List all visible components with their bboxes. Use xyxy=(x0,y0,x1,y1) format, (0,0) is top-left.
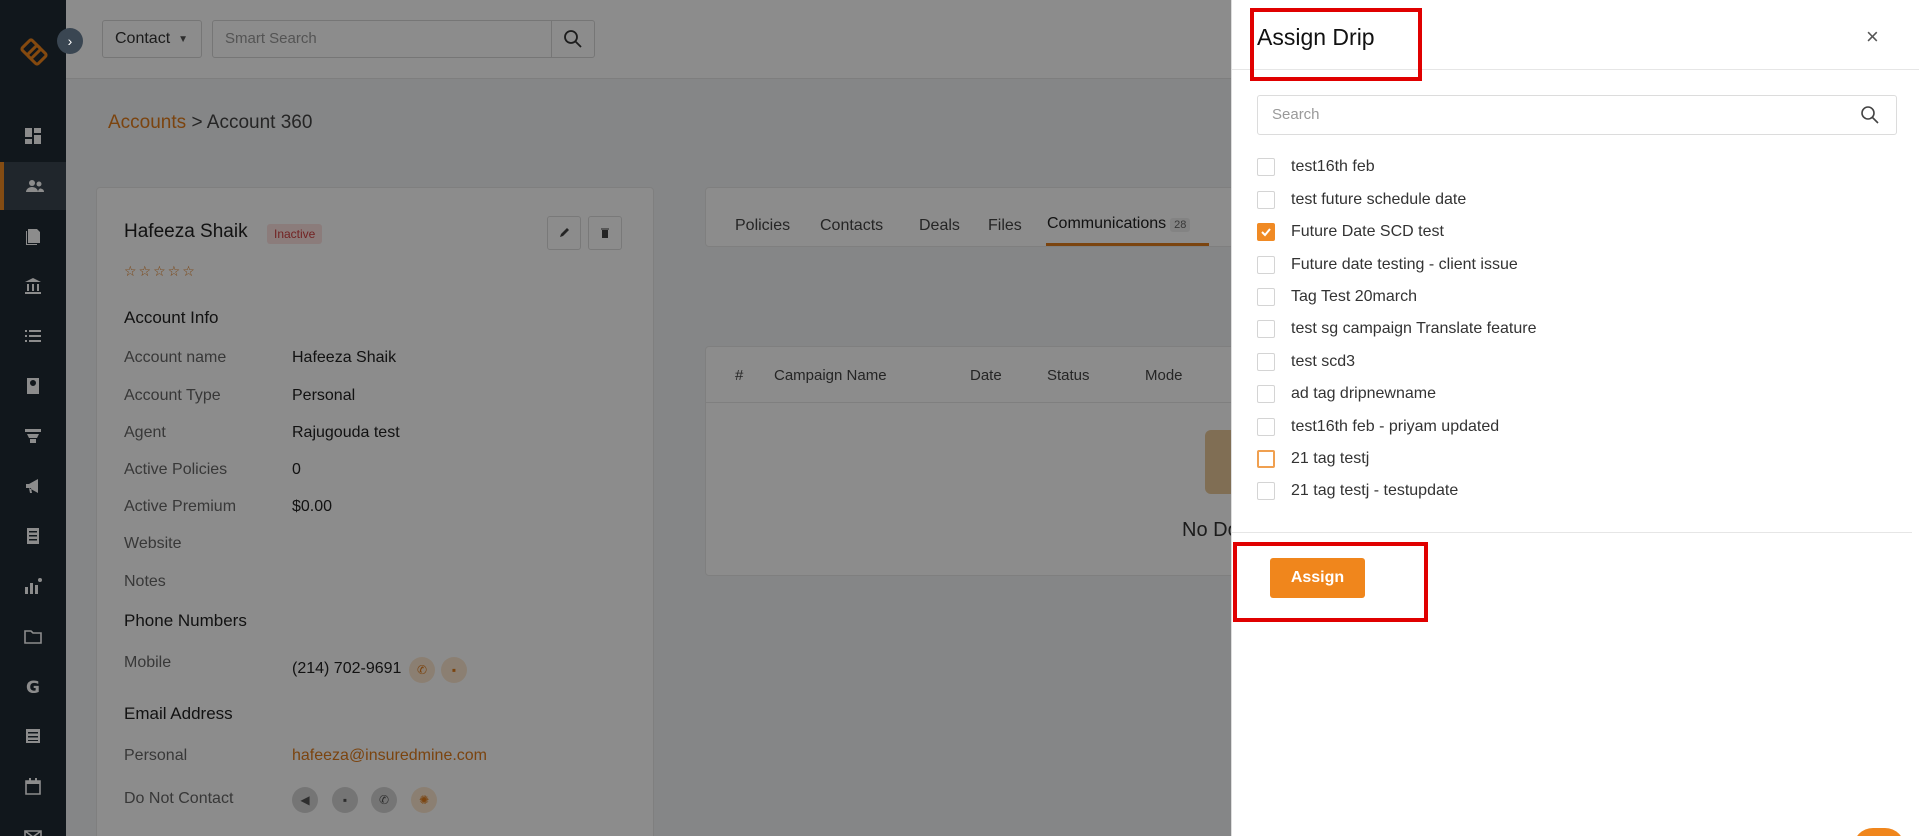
drip-option[interactable]: Tag Test 20march xyxy=(1257,286,1417,308)
drip-checkbox[interactable] xyxy=(1257,482,1275,500)
modal-backdrop[interactable] xyxy=(0,0,1231,836)
highlight-box-title xyxy=(1250,8,1422,81)
close-icon[interactable]: × xyxy=(1866,24,1879,50)
divider xyxy=(1232,532,1912,533)
drip-option[interactable]: test future schedule date xyxy=(1257,189,1466,211)
drip-option-label[interactable]: Future date testing - client issue xyxy=(1291,256,1518,274)
drip-checkbox[interactable] xyxy=(1257,256,1275,274)
drip-checkbox[interactable] xyxy=(1257,385,1275,403)
checkmark-icon xyxy=(1261,228,1271,237)
drip-option-label[interactable]: test16th feb xyxy=(1291,158,1375,176)
drip-checkbox-checked[interactable] xyxy=(1257,223,1275,241)
sidebar-toggle-button[interactable]: › xyxy=(57,28,83,54)
drip-option[interactable]: test sg campaign Translate feature xyxy=(1257,318,1536,340)
assign-drip-drawer: Assign Drip × Search test16th feb test f… xyxy=(1231,0,1919,836)
drip-checkbox[interactable] xyxy=(1257,288,1275,306)
drip-option-label[interactable]: 21 tag testj xyxy=(1291,450,1369,468)
drip-option-label[interactable]: test16th feb - priyam updated xyxy=(1291,418,1499,436)
drip-search-input[interactable]: Search xyxy=(1257,95,1897,135)
drip-checkbox[interactable] xyxy=(1257,158,1275,176)
drip-option-label[interactable]: test future schedule date xyxy=(1291,191,1466,209)
drip-option[interactable]: ad tag dripnewname xyxy=(1257,383,1436,405)
drip-option-label[interactable]: Tag Test 20march xyxy=(1291,288,1417,306)
drip-checkbox[interactable] xyxy=(1257,418,1275,436)
drip-checkbox[interactable] xyxy=(1257,450,1275,468)
search-icon[interactable] xyxy=(1860,105,1880,125)
drip-option[interactable]: test scd3 xyxy=(1257,351,1355,373)
drip-option[interactable]: test16th feb xyxy=(1257,156,1375,178)
drip-option-label[interactable]: test sg campaign Translate feature xyxy=(1291,320,1536,338)
drip-option[interactable]: 21 tag testj - testupdate xyxy=(1257,480,1458,502)
highlight-box-assign xyxy=(1233,542,1428,622)
drip-option[interactable]: Future date testing - client issue xyxy=(1257,254,1518,276)
drip-option[interactable]: test16th feb - priyam updated xyxy=(1257,416,1499,438)
drip-checkbox[interactable] xyxy=(1257,353,1275,371)
drip-option-label[interactable]: Future Date SCD test xyxy=(1291,223,1444,241)
drip-option[interactable]: Future Date SCD test xyxy=(1257,221,1444,243)
drip-option[interactable]: 21 tag testj xyxy=(1257,448,1369,470)
drip-checkbox[interactable] xyxy=(1257,191,1275,209)
drip-option-label[interactable]: 21 tag testj - testupdate xyxy=(1291,482,1458,500)
drip-option-label[interactable]: ad tag dripnewname xyxy=(1291,385,1436,403)
drip-checkbox[interactable] xyxy=(1257,320,1275,338)
drip-option-label[interactable]: test scd3 xyxy=(1291,353,1355,371)
